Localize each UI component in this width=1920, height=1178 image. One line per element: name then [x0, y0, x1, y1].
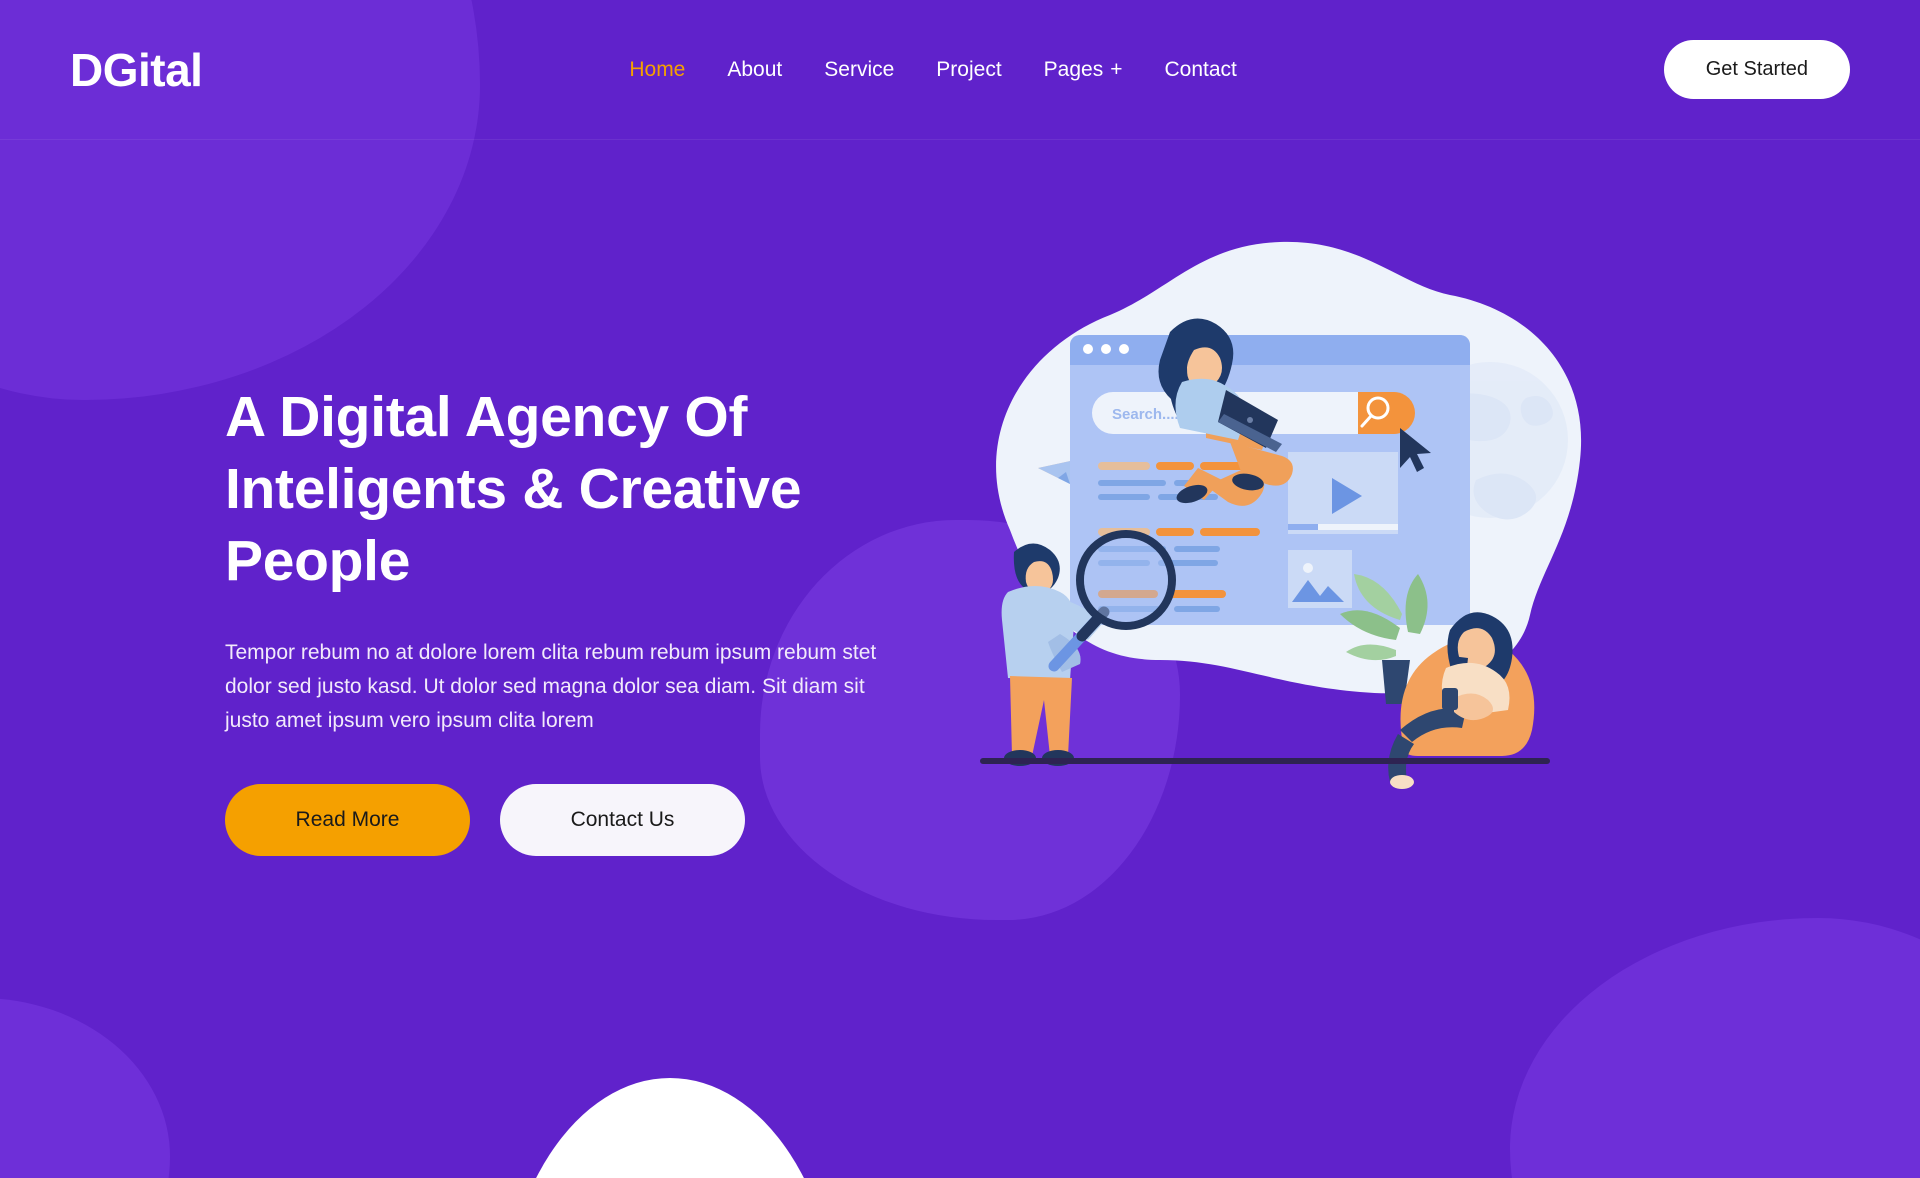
site-header: DGital Home About Service Project Pages +…: [0, 0, 1920, 140]
ground-line: [980, 758, 1550, 764]
hero-section: A Digital Agency Of Inteligents & Creati…: [0, 140, 1920, 1178]
seo-search-illustration: Search....: [980, 241, 1582, 789]
browser-dot: [1119, 344, 1129, 354]
browser-dot: [1101, 344, 1111, 354]
nav-item-home[interactable]: Home: [627, 52, 687, 88]
nav-label-home: Home: [629, 57, 686, 81]
hero-title: A Digital Agency Of Inteligents & Creati…: [225, 385, 802, 593]
nav-label-about: About: [727, 57, 783, 81]
get-started-button[interactable]: Get Started: [1663, 40, 1850, 99]
image-thumbnail-tile: [1288, 550, 1352, 608]
nav-item-about[interactable]: About: [725, 52, 784, 88]
video-thumbnail-tile: [1288, 452, 1398, 534]
nav-label-pages: Pages: [1043, 57, 1104, 81]
plus-icon: +: [1110, 57, 1123, 81]
main-navigation: Home About Service Project Pages + Contac…: [627, 52, 1239, 88]
browser-dot: [1083, 344, 1093, 354]
hero-paragraph: Tempor rebum no at dolore lorem clita re…: [225, 640, 877, 732]
nav-item-contact[interactable]: Contact: [1162, 52, 1238, 88]
nav-item-project[interactable]: Project: [934, 52, 1003, 88]
nav-label-contact: Contact: [1164, 57, 1237, 81]
nav-label-service: Service: [824, 57, 895, 81]
landing-page: DGital Home About Service Project Pages +…: [0, 0, 1920, 1178]
hero-buttons: Read More Contact Us: [225, 783, 920, 856]
illustration-search-placeholder: Search....: [1112, 406, 1179, 423]
contact-us-button[interactable]: Contact Us: [500, 783, 745, 856]
read-more-button[interactable]: Read More: [225, 783, 470, 856]
hero-illustration-wrap: Search....: [920, 140, 1920, 1178]
hero-content: A Digital Agency Of Inteligents & Creati…: [0, 382, 920, 935]
logo[interactable]: DGital: [70, 47, 203, 93]
nav-label-project: Project: [936, 57, 1002, 81]
nav-item-pages[interactable]: Pages +: [1042, 52, 1125, 88]
nav-item-service[interactable]: Service: [822, 52, 896, 88]
